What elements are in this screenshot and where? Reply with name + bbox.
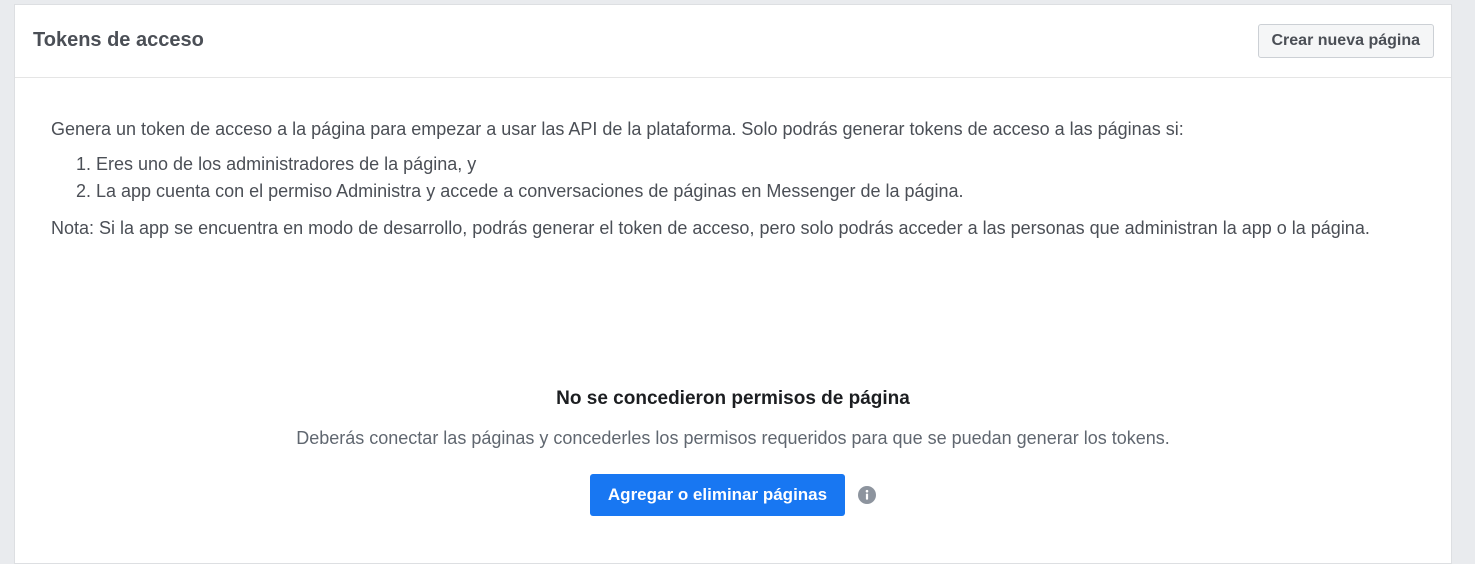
requirement-item: Eres uno de los administradores de la pá… [96,151,1415,178]
access-tokens-panel: Tokens de acceso Crear nueva página Gene… [14,4,1452,564]
requirement-item: La app cuenta con el permiso Administra … [96,178,1415,205]
panel-title: Tokens de acceso [33,29,204,51]
intro-text: Genera un token de acceso a la página pa… [51,119,1184,139]
empty-state: No se concedieron permisos de página Deb… [15,384,1451,516]
empty-state-description: Deberás conectar las páginas y concederl… [296,428,1170,448]
add-remove-pages-button[interactable]: Agregar o eliminar páginas [589,474,846,516]
panel-header: Tokens de acceso Crear nueva página [15,5,1451,78]
info-icon[interactable] [858,486,877,504]
create-new-page-button[interactable]: Crear nueva página [1257,24,1434,58]
requirements-list: Eres uno de los administradores de la pá… [51,151,1415,205]
empty-state-title: No se concedieron permisos de página [556,388,910,409]
panel-body: Genera un token de acceso a la página pa… [15,116,1451,242]
development-mode-note: Nota: Si la app se encuentra en modo de … [51,218,1370,238]
empty-state-actions: Agregar o eliminar páginas [15,474,1451,516]
